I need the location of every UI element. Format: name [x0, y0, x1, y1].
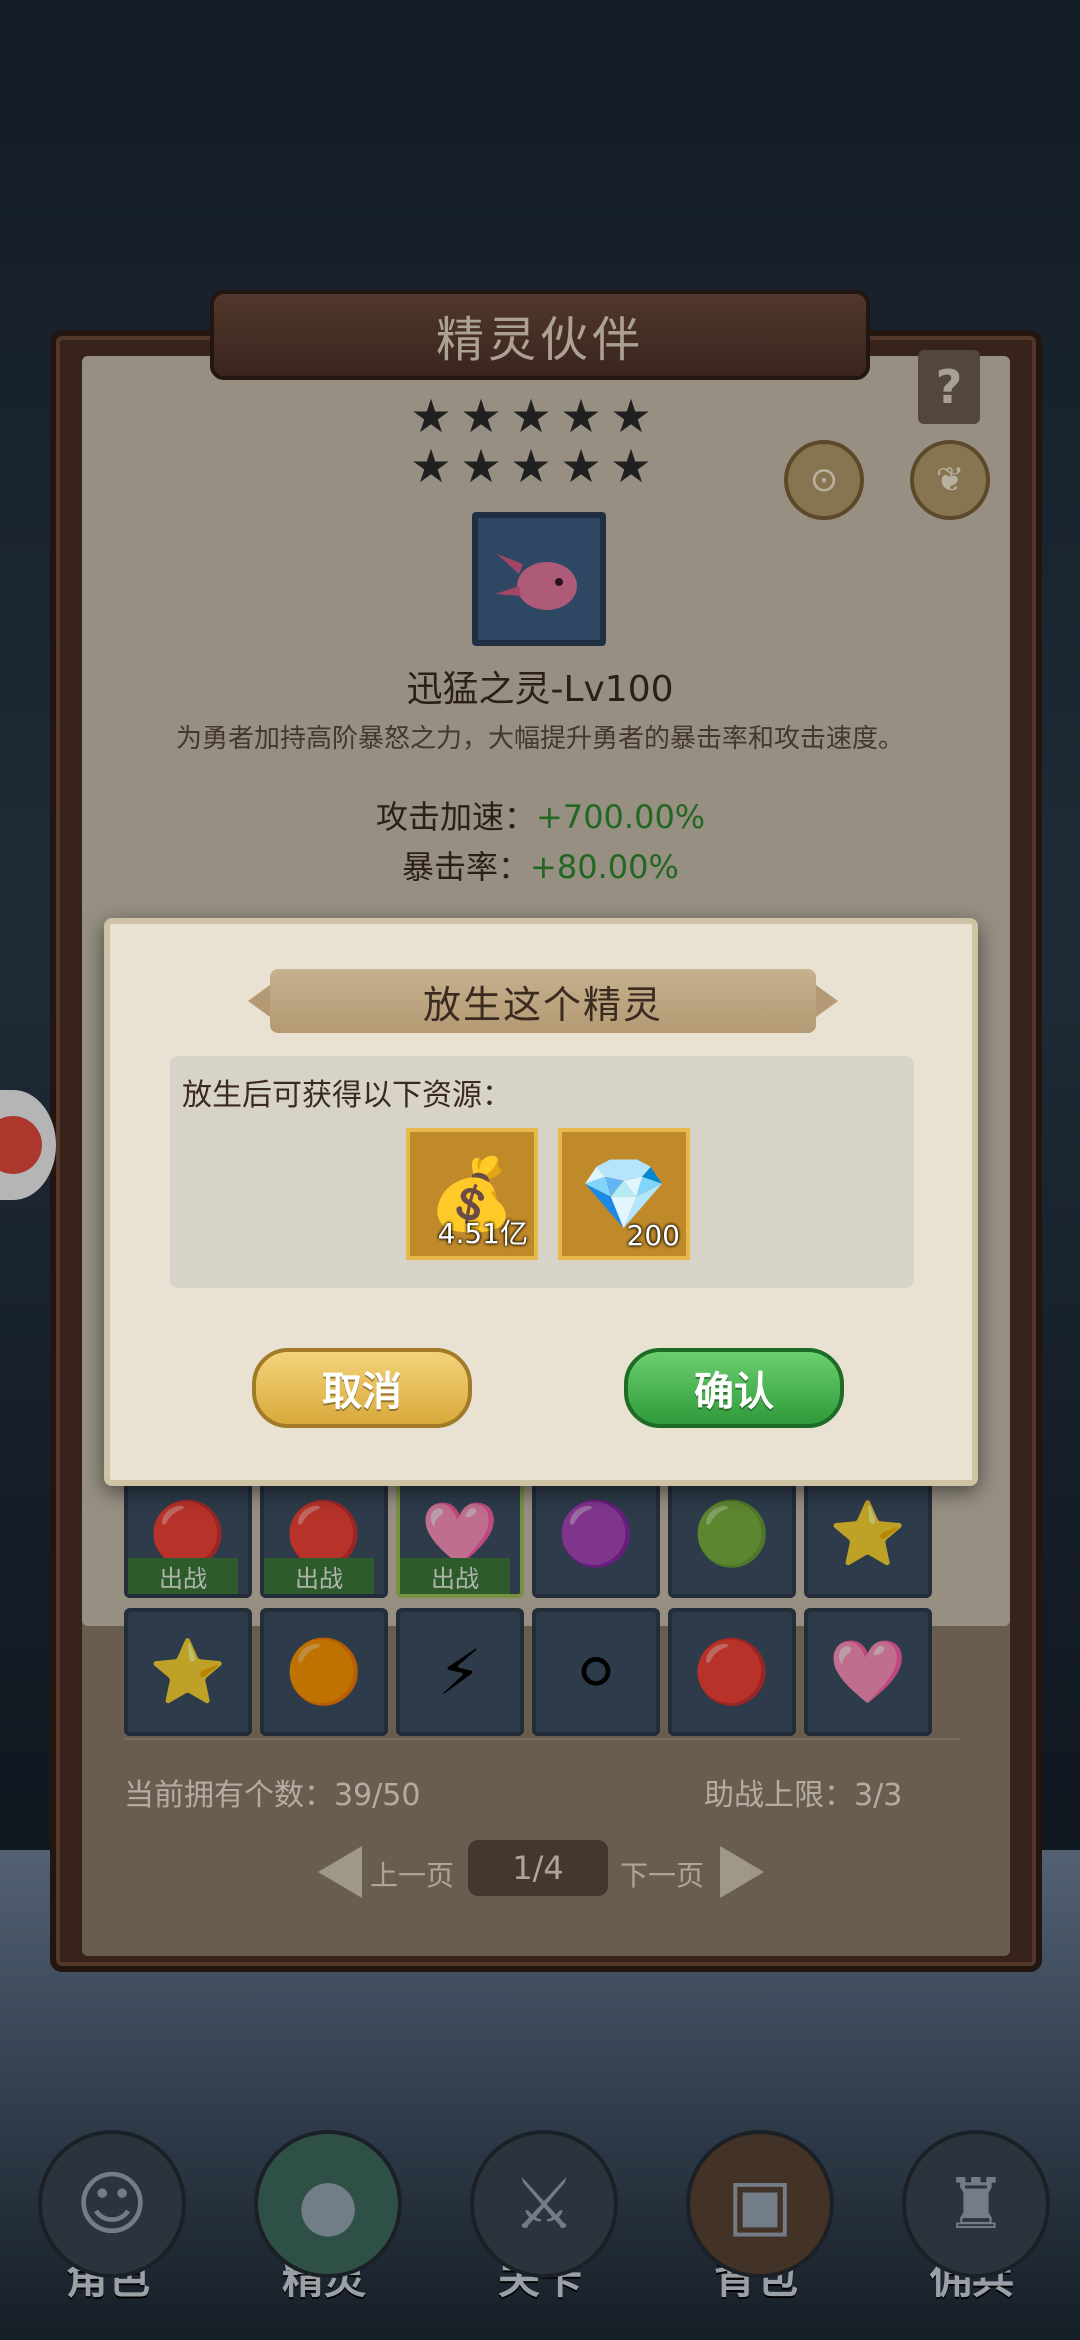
dialog-title: 放生这个精灵	[248, 969, 838, 1033]
reward-box: 放生后可获得以下资源： 💰 4.51亿 💎 200	[170, 1056, 914, 1288]
reward-amount: 4.51亿	[437, 1217, 528, 1250]
reward-amount: 200	[626, 1219, 680, 1252]
reward-caption: 放生后可获得以下资源：	[182, 1078, 512, 1113]
cancel-button[interactable]: 取消	[252, 1348, 472, 1428]
confirm-button[interactable]: 确认	[624, 1348, 844, 1428]
reward-gold[interactable]: 💰 4.51亿	[406, 1128, 538, 1260]
release-dialog: 放生这个精灵 放生后可获得以下资源： 💰 4.51亿 💎 200 取消 确认	[104, 918, 978, 1486]
reward-diamond[interactable]: 💎 200	[558, 1128, 690, 1260]
